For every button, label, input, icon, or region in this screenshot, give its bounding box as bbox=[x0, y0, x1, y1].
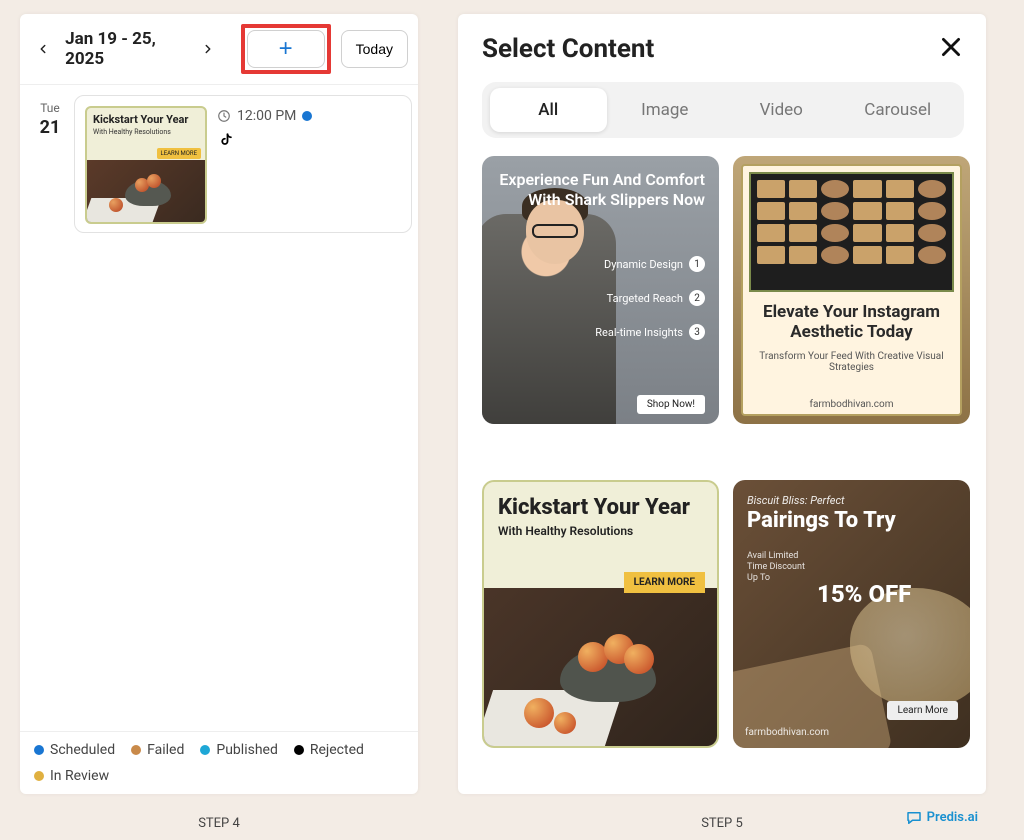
card-headline: Elevate Your Instagram Aesthetic Today bbox=[749, 302, 954, 343]
tiktok-icon bbox=[217, 132, 235, 150]
day-name: Tue bbox=[26, 101, 74, 115]
status-legend: Scheduled Failed Published Rejected In R… bbox=[20, 731, 418, 794]
add-button-highlight: + bbox=[241, 24, 331, 74]
legend-failed: Failed bbox=[147, 742, 184, 758]
content-card[interactable]: Experience Fun And Comfort With Shark Sl… bbox=[482, 156, 719, 424]
tab-video[interactable]: Video bbox=[723, 88, 840, 132]
tab-image[interactable]: Image bbox=[607, 88, 724, 132]
card-headline: Pairings To Try bbox=[747, 509, 956, 533]
event-meta: 12:00 PM bbox=[217, 106, 312, 222]
calendar-header: Jan 19 - 25, 2025 + Today bbox=[20, 14, 418, 85]
date-range-label: Jan 19 - 25, 2025 bbox=[65, 29, 185, 69]
step-label-4: STEP 4 bbox=[20, 816, 418, 831]
card-cta: Learn More bbox=[887, 701, 958, 720]
tab-carousel[interactable]: Carousel bbox=[840, 88, 957, 132]
content-grid[interactable]: Experience Fun And Comfort With Shark Sl… bbox=[482, 156, 978, 794]
step-label-5: STEP 5 bbox=[701, 816, 743, 831]
footer-row: STEP 4 STEP 5 Predis.ai bbox=[0, 806, 1024, 840]
close-button[interactable] bbox=[938, 34, 964, 64]
calendar-panel: Jan 19 - 25, 2025 + Today Tue 21 Kicksta… bbox=[20, 14, 418, 794]
legend-scheduled: Scheduled bbox=[50, 742, 115, 758]
event-time: 12:00 PM bbox=[237, 108, 296, 124]
card-discount: 15% OFF bbox=[817, 580, 911, 608]
card-url: farmbodhivan.com bbox=[743, 399, 960, 410]
chevron-left-icon bbox=[36, 42, 50, 56]
next-week-button[interactable] bbox=[195, 35, 220, 63]
card-cta: Shop Now! bbox=[637, 395, 705, 414]
card-subtitle: Transform Your Feed With Creative Visual… bbox=[749, 351, 954, 373]
card-url: farmbodhivan.com bbox=[745, 727, 829, 738]
prev-week-button[interactable] bbox=[30, 35, 55, 63]
content-card[interactable]: Elevate Your Instagram Aesthetic Today T… bbox=[733, 156, 970, 424]
status-dot-scheduled bbox=[302, 111, 312, 121]
card-kicker: Biscuit Bliss: Perfect bbox=[747, 494, 956, 507]
content-picker-title: Select Content bbox=[482, 34, 654, 64]
calendar-body: Tue 21 Kickstart Your Year With Healthy … bbox=[20, 85, 418, 731]
tab-all[interactable]: All bbox=[490, 88, 607, 132]
card-badge: Avail Limited Time Discount Up To bbox=[747, 551, 817, 583]
content-type-tabs: All Image Video Carousel bbox=[482, 82, 964, 138]
card-headline: Experience Fun And Comfort With Shark Sl… bbox=[496, 170, 705, 210]
day-number: 21 bbox=[26, 117, 74, 138]
legend-rejected: Rejected bbox=[310, 742, 364, 758]
content-picker-panel: Select Content All Image Video Carousel … bbox=[458, 14, 986, 794]
add-button[interactable]: + bbox=[247, 30, 325, 68]
speech-bubble-icon bbox=[905, 809, 923, 827]
thumb-subtitle: With Healthy Resolutions bbox=[87, 126, 205, 138]
scheduled-event-card[interactable]: Kickstart Your Year With Healthy Resolut… bbox=[74, 95, 412, 233]
card-cta: LEARN MORE bbox=[624, 572, 705, 593]
content-card[interactable]: Biscuit Bliss: Perfect Pairings To Try A… bbox=[733, 480, 970, 748]
day-column: Tue 21 bbox=[26, 95, 74, 721]
content-card[interactable]: Kickstart Your Year With Healthy Resolut… bbox=[482, 480, 719, 748]
legend-published: Published bbox=[216, 742, 277, 758]
event-thumbnail: Kickstart Your Year With Healthy Resolut… bbox=[85, 106, 207, 224]
chevron-right-icon bbox=[201, 42, 215, 56]
brand-badge: Predis.ai bbox=[905, 809, 978, 827]
legend-in-review: In Review bbox=[50, 768, 109, 784]
card-subtitle: With Healthy Resolutions bbox=[498, 524, 703, 538]
close-icon bbox=[938, 34, 964, 60]
today-button[interactable]: Today bbox=[341, 30, 408, 68]
thumb-title: Kickstart Your Year bbox=[87, 108, 205, 126]
plus-icon: + bbox=[279, 35, 293, 63]
clock-icon bbox=[217, 109, 231, 123]
card-headline: Kickstart Your Year bbox=[498, 496, 703, 520]
thumb-cta: LEARN MORE bbox=[157, 148, 202, 159]
